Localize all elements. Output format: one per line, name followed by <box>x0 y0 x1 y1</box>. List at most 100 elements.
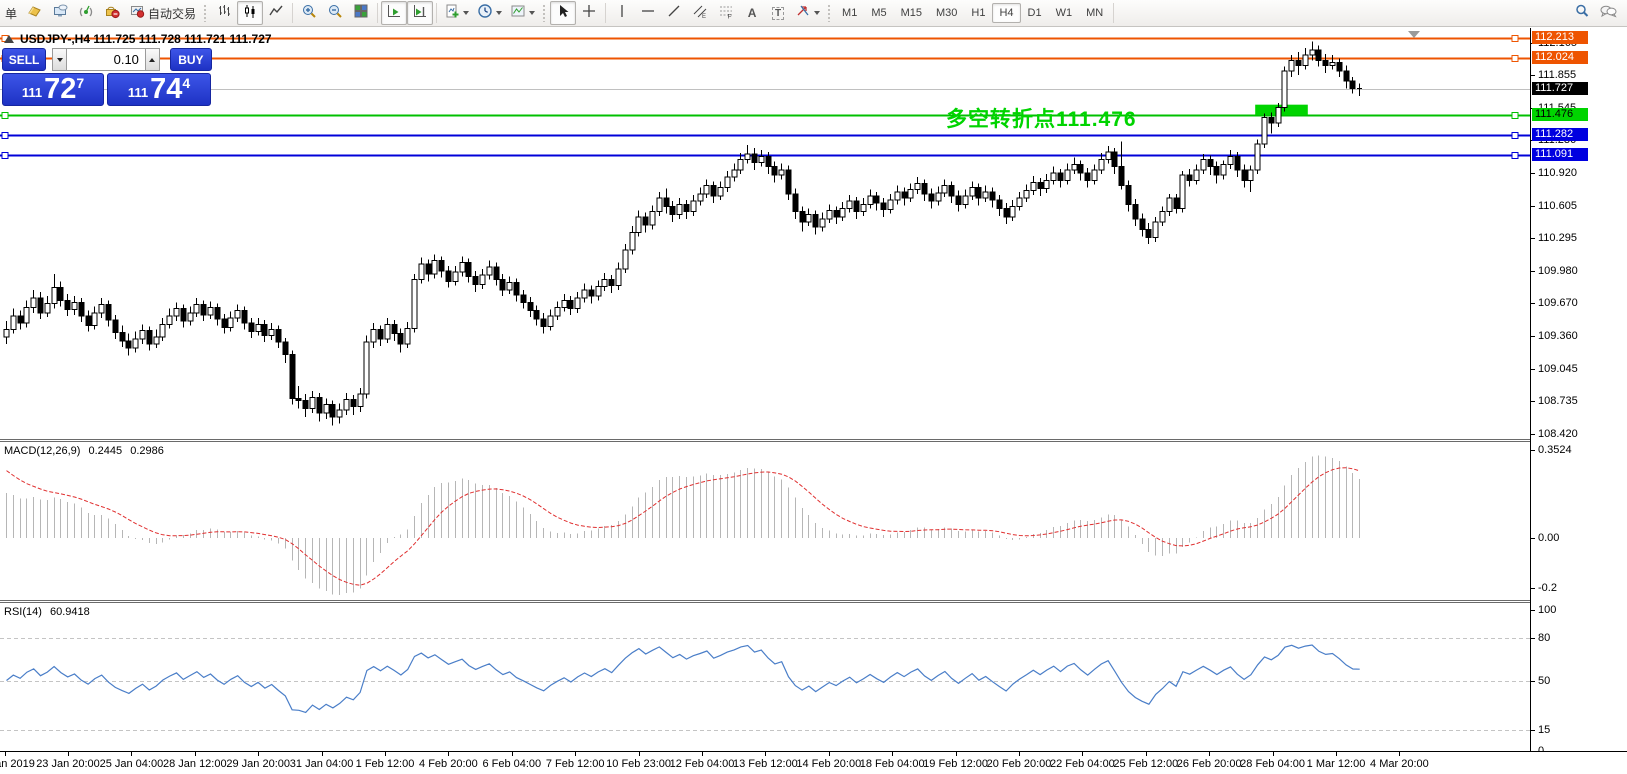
macd-value-main: 0.2445 <box>88 445 122 457</box>
current-price-badge: 111.727 <box>1532 82 1588 95</box>
cursor-button[interactable] <box>550 1 576 25</box>
time-axis-label: 25 Feb 12:00 <box>1113 758 1178 770</box>
sell-price-display[interactable]: 111 72 7 <box>2 73 104 106</box>
axis-tick-label: 15 <box>1531 724 1550 736</box>
template-icon <box>510 3 526 24</box>
toolbar-separator <box>1113 3 1114 23</box>
search-icon <box>1574 3 1590 24</box>
time-tick <box>1399 752 1400 756</box>
time-axis-label: 22 Jan 2019 <box>0 758 35 770</box>
candlestick-chart-button[interactable] <box>237 1 263 25</box>
level-price-badge: 112.213 <box>1532 31 1588 44</box>
caret-up-icon <box>149 58 155 62</box>
axis-tick-label: 110.920 <box>1531 167 1577 179</box>
time-tick <box>195 752 196 756</box>
fibonacci-tool-button[interactable]: F <box>713 1 739 25</box>
line-chart-button[interactable] <box>263 1 289 25</box>
time-axis-label: 22 Feb 04:00 <box>1050 758 1115 770</box>
arrows-tool-button[interactable] <box>791 1 824 25</box>
price-chart-canvas[interactable] <box>0 28 1530 751</box>
new-order-button[interactable]: 单 <box>1 1 21 25</box>
bar-chart-button[interactable] <box>211 1 237 25</box>
zoom-out-button[interactable] <box>322 1 348 25</box>
horizontal-line-icon <box>640 3 656 24</box>
autotrading-button[interactable]: 自动交易 <box>125 1 200 25</box>
vertical-line-tool-button[interactable] <box>609 1 635 25</box>
horizontal-line-tool-button[interactable] <box>635 1 661 25</box>
buy-price-big: 74 <box>150 76 182 103</box>
indicators-button[interactable] <box>440 1 473 25</box>
timeframe-H4-button[interactable]: H4 <box>992 3 1020 23</box>
text-tool-button[interactable]: A <box>739 1 765 25</box>
rsi-name: RSI(14) <box>4 606 42 618</box>
toolbar-grip <box>542 4 547 22</box>
autotrading-icon <box>129 3 145 24</box>
chart-shift-button[interactable] <box>407 1 433 25</box>
toolbar-right <box>1569 1 1627 25</box>
text-tool-icon: A <box>748 6 757 20</box>
price-axis[interactable]: 112.165111.855111.545111.236110.920110.6… <box>1530 28 1627 751</box>
crosshair-button[interactable] <box>576 1 602 25</box>
equidistant-channel-tool-button[interactable]: E <box>687 1 713 25</box>
time-axis[interactable]: 22 Jan 201923 Jan 20:0025 Jan 04:0028 Ja… <box>0 751 1627 774</box>
toolbox-button[interactable] <box>21 1 47 25</box>
tile-windows-button[interactable] <box>348 1 374 25</box>
time-axis-label: 28 Feb 04:00 <box>1240 758 1305 770</box>
time-axis-label: 13 Feb 12:00 <box>733 758 798 770</box>
dropdown-caret-icon <box>814 11 820 15</box>
arrows-icon <box>795 3 811 24</box>
dropdown-caret-icon <box>529 11 535 15</box>
timeframe-H1-button[interactable]: H1 <box>964 3 992 23</box>
market-button[interactable] <box>99 1 125 25</box>
time-axis-label: 10 Feb 23:00 <box>606 758 671 770</box>
trendline-tool-button[interactable] <box>661 1 687 25</box>
sell-price-prefix: 111 <box>22 83 42 103</box>
zoom-in-icon <box>301 3 317 24</box>
time-axis-label: 28 Jan 12:00 <box>163 758 227 770</box>
vps-button[interactable] <box>47 1 73 25</box>
sell-price-sup: 7 <box>76 75 84 91</box>
timeframe-M5-button[interactable]: M5 <box>864 3 893 23</box>
time-tick <box>448 752 449 756</box>
auto-scroll-icon <box>386 3 402 24</box>
periods-button[interactable] <box>473 1 506 25</box>
timeframe-M15-button[interactable]: M15 <box>894 3 929 23</box>
sell-button[interactable]: SELL <box>2 48 46 71</box>
text-label-tool-button[interactable]: T <box>765 1 791 25</box>
buy-price-display[interactable]: 111 74 4 <box>107 73 211 106</box>
time-tick <box>1336 752 1337 756</box>
sell-price-big: 72 <box>44 76 76 103</box>
axis-tick-label: 100 <box>1531 604 1556 616</box>
buy-button[interactable]: BUY <box>170 48 212 71</box>
templates-button[interactable] <box>506 1 539 25</box>
zoom-in-button[interactable] <box>296 1 322 25</box>
time-axis-label: 29 Jan 20:00 <box>226 758 290 770</box>
timeframe-M30-button[interactable]: M30 <box>929 3 964 23</box>
timeframe-W1-button[interactable]: W1 <box>1049 3 1080 23</box>
level-price-badge: 112.024 <box>1532 51 1588 64</box>
axis-tick-label: 111.855 <box>1531 69 1576 81</box>
axis-tick-label: 109.045 <box>1531 363 1578 375</box>
search-button[interactable] <box>1569 1 1595 25</box>
auto-scroll-button[interactable] <box>381 1 407 25</box>
volume-decrease-button[interactable] <box>52 48 67 71</box>
tile-windows-icon <box>353 3 369 24</box>
volume-increase-button[interactable] <box>145 48 160 71</box>
time-tick <box>258 752 259 756</box>
buy-price-sup: 4 <box>182 75 190 91</box>
chat-button[interactable] <box>1595 1 1621 25</box>
cursor-arrow-icon <box>555 3 571 24</box>
time-tick <box>1082 752 1083 756</box>
vertical-line-icon <box>614 3 630 24</box>
dropdown-caret-icon <box>496 11 502 15</box>
timeframe-MN-button[interactable]: MN <box>1079 3 1110 23</box>
timeframe-M1-button[interactable]: M1 <box>835 3 864 23</box>
toolbar-separator <box>605 3 606 23</box>
signals-button[interactable] <box>73 1 99 25</box>
timeframe-D1-button[interactable]: D1 <box>1021 3 1049 23</box>
volume-input[interactable] <box>67 48 145 71</box>
time-tick <box>956 752 957 756</box>
axis-tick-label: 80 <box>1531 632 1550 644</box>
axis-tick-label: 110.295 <box>1531 232 1577 244</box>
symbol-marker-icon <box>4 35 14 43</box>
